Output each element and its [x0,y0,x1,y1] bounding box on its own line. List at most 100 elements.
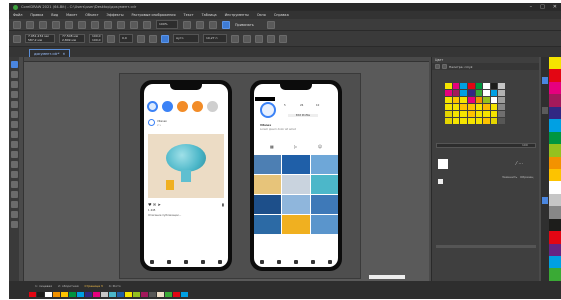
color-swatch[interactable] [549,156,561,169]
zoom-level-select[interactable]: 100% [156,20,178,29]
outline-width-select[interactable]: 10,27 п [203,34,227,43]
menu-effects[interactable]: Эффекты [107,13,124,17]
minimize-button[interactable]: – [530,4,533,10]
page-tab-1[interactable]: 1: лицевая [35,284,52,288]
color-swatch[interactable] [549,168,561,182]
like-icon[interactable]: ♥ ✉ ➤ [148,202,161,207]
color-swatch[interactable] [141,292,148,297]
color-swatch[interactable] [549,69,561,82]
color-swatch[interactable] [549,256,561,269]
menu-file[interactable]: Файл [13,13,22,17]
color-swatch[interactable] [460,111,467,117]
home-icon[interactable] [260,260,264,264]
grid-tab-icon[interactable]: ▦ [270,144,274,149]
color-swatch[interactable] [549,57,561,70]
transparency-icon[interactable] [10,191,18,198]
default-color-palette[interactable] [549,57,561,281]
color-swatch[interactable] [490,83,498,89]
color-swatch[interactable] [498,104,505,110]
rulers-icon[interactable] [196,20,204,29]
color-swatch[interactable] [53,292,60,297]
color-swatch[interactable] [173,292,180,297]
color-swatch[interactable] [475,83,483,89]
artistic-media-icon[interactable] [10,111,18,118]
grid-post[interactable] [254,215,282,234]
open-icon[interactable] [26,20,34,29]
color-swatch[interactable] [149,292,156,297]
color-swatch[interactable] [452,104,460,110]
object-origin-icon[interactable] [13,34,21,43]
color-swatch[interactable] [483,111,490,117]
color-swatch[interactable] [109,292,116,297]
palette-name[interactable]: Палитра: cmyk [449,65,473,69]
color-swatch[interactable] [490,90,498,96]
rectangle-tool-icon[interactable] [10,121,18,128]
bookmark-icon[interactable]: ▮ [222,202,224,207]
grid-post[interactable] [282,175,310,194]
color-slider[interactable] [436,143,536,148]
color-swatch[interactable] [490,118,498,124]
scale-fields[interactable]: 100,0 100,0 [89,34,103,43]
replace-button[interactable]: Заменить [502,175,517,179]
parallel-dimension-icon[interactable] [10,161,18,168]
paste-icon[interactable] [91,20,99,29]
color-swatch[interactable] [445,118,452,124]
color-swatch[interactable] [101,292,108,297]
to-back-icon[interactable] [243,34,251,43]
interactive-fill-icon[interactable] [10,211,18,218]
docker-tab-color[interactable] [542,77,548,84]
grid-post[interactable] [310,175,338,194]
color-swatch[interactable] [549,81,561,95]
vertical-ruler[interactable] [19,57,24,281]
zoom-tool-icon[interactable] [10,91,18,98]
color-swatch[interactable] [549,243,561,256]
copy-icon[interactable] [78,20,86,29]
color-swatch[interactable] [85,292,92,297]
menu-table[interactable]: Таблица [202,13,217,17]
grid-post[interactable] [254,155,282,174]
shape-ring-icon[interactable] [267,34,275,43]
shape-tool-icon[interactable] [10,71,18,78]
import-icon[interactable] [130,20,138,29]
text-wrap-icon[interactable] [161,34,169,43]
grid-icon[interactable] [209,20,217,29]
color-swatch[interactable] [549,268,561,281]
grid-post[interactable] [254,175,282,194]
phone-mockup-profile[interactable]: 5 26 10 Edit Profile Vitanex Lorem ipsum… [250,80,342,271]
polygon-tool-icon[interactable] [10,141,18,148]
add-icon[interactable] [184,260,188,264]
color-swatch[interactable] [452,111,460,117]
page-tab-2[interactable]: 2: оборотная [58,284,79,288]
color-swatch[interactable] [549,206,561,219]
position-fields[interactable]: 7.951,234 мм 587,2 мм [25,34,55,43]
export-icon[interactable] [143,20,151,29]
color-swatch[interactable] [467,97,475,103]
print-icon[interactable] [52,20,60,29]
mirror-horizontal-icon[interactable] [137,34,145,43]
color-swatch[interactable] [498,111,505,117]
color-swatch[interactable] [460,97,467,103]
color-swatch[interactable] [549,231,561,244]
grid-post[interactable] [282,215,310,234]
color-swatch[interactable] [452,90,460,96]
menu-bitmaps[interactable]: Растровые изображения [132,13,176,17]
menu-view[interactable]: Вид [51,13,58,17]
settings-icon[interactable] [266,20,275,29]
search-icon[interactable] [222,20,230,29]
color-swatch[interactable] [460,118,467,124]
snap-to-label[interactable]: Привязать [235,23,254,27]
color-palette-grid[interactable] [445,83,505,124]
menu-text[interactable]: Текст [184,13,194,17]
color-swatch[interactable] [467,83,475,89]
profile-icon[interactable] [218,260,222,264]
reels-icon[interactable] [201,260,205,264]
fullscreen-icon[interactable] [183,20,191,29]
color-swatch[interactable] [549,94,561,107]
docker-scroll-area[interactable] [436,245,536,248]
color-swatch[interactable] [445,104,452,110]
color-swatch[interactable] [498,83,505,89]
menu-tools[interactable]: Инструменты [225,13,249,17]
color-swatch[interactable] [37,292,44,297]
grid-post[interactable] [310,155,338,174]
grid-post[interactable] [310,195,338,214]
